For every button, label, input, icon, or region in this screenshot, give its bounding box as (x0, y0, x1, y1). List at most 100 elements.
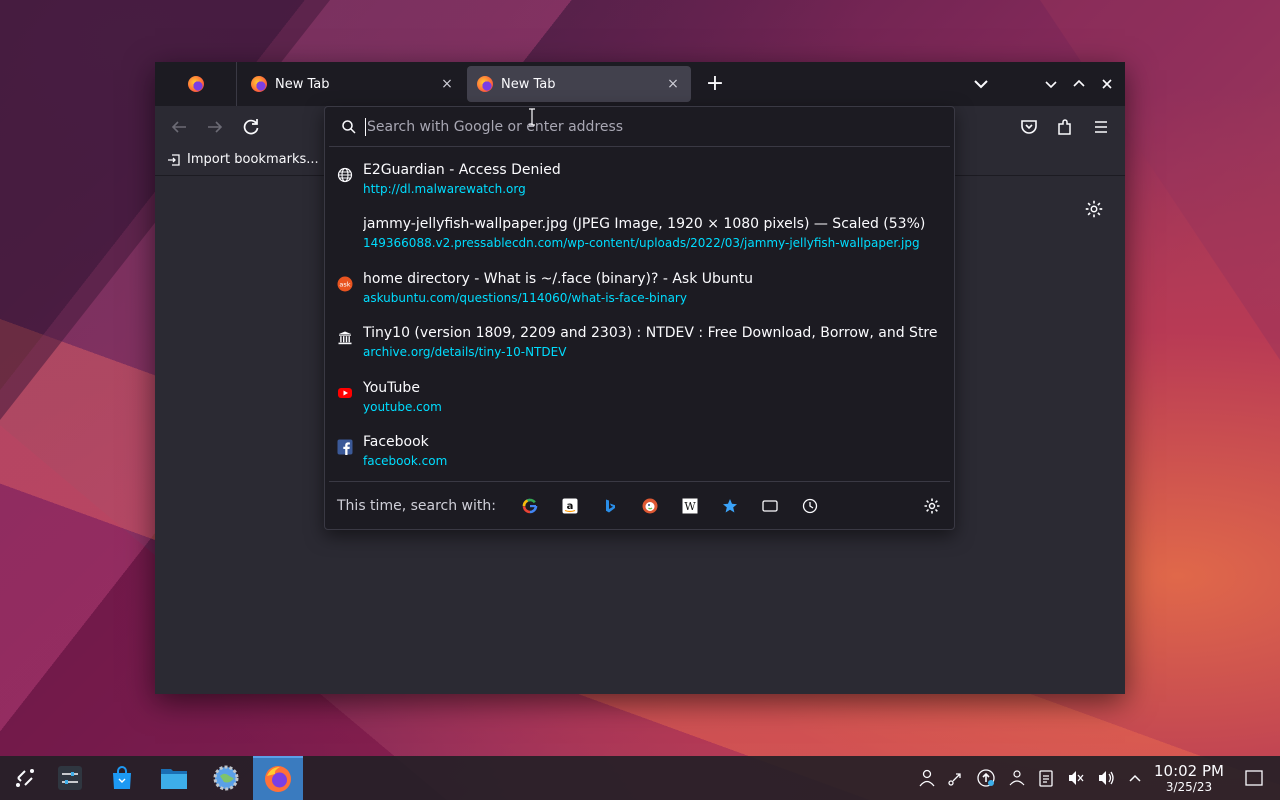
gear-globe-icon (213, 765, 239, 791)
result-url: 149366088.v2.pressablecdn.com/wp-content… (363, 236, 920, 251)
bing-icon (605, 499, 615, 512)
bookmarks-icon (722, 498, 737, 512)
close-tab-icon[interactable]: × (439, 76, 455, 92)
close-tab-icon[interactable]: × (665, 76, 681, 92)
clock-time: 10:02 PM (1154, 762, 1224, 780)
result-url: facebook.com (363, 453, 448, 468)
pinned-tab[interactable] (155, 62, 237, 106)
results-list: E2Guardian - Access Denied http://dl.mal… (325, 147, 954, 481)
maximize-icon[interactable] (1067, 72, 1091, 96)
amazon-engine-button[interactable]: a (550, 492, 590, 520)
list-all-tabs-icon[interactable] (969, 72, 993, 96)
tab-new-tab-2[interactable]: New Tab × (467, 66, 691, 102)
dolphin-file-manager-app[interactable] (149, 756, 199, 800)
address-bar[interactable]: Search with Google or enter address (329, 107, 950, 147)
archive-icon (338, 331, 352, 345)
text-cursor-icon (529, 108, 535, 126)
firefox-icon (251, 76, 267, 92)
minimize-icon[interactable] (1039, 72, 1063, 96)
application-launcher-button[interactable] (0, 756, 50, 800)
tab-label: New Tab (275, 76, 330, 92)
import-bookmarks-label: Import bookmarks... (187, 152, 319, 167)
clipboard-icon[interactable] (1036, 768, 1056, 788)
volume-icon[interactable] (1096, 768, 1116, 788)
audio-muted-icon[interactable] (1066, 768, 1086, 788)
blank-favicon (337, 221, 353, 237)
history-icon (802, 498, 818, 513)
launcher-icon (16, 769, 34, 787)
sliders-icon (58, 766, 82, 790)
tab-new-tab-1[interactable]: New Tab × (241, 66, 465, 102)
pocket-icon[interactable] (1017, 115, 1041, 139)
import-icon (168, 153, 180, 166)
search-icon (342, 119, 356, 134)
google-icon (522, 498, 538, 513)
result-row[interactable]: E2Guardian - Access Denied http://dl.mal… (325, 155, 954, 209)
result-title: E2Guardian - Access Denied (363, 162, 561, 178)
user-icon[interactable] (917, 768, 937, 788)
one-off-label: This time, search with: (337, 497, 496, 514)
reload-icon[interactable] (239, 115, 263, 139)
result-title: YouTube (363, 379, 420, 396)
history-search-button[interactable] (790, 492, 830, 520)
svg-text:ask: ask (339, 280, 350, 288)
bookmarks-search-button[interactable] (710, 492, 750, 520)
kde-connect-icon[interactable] (946, 768, 966, 788)
discover-app[interactable] (97, 756, 147, 800)
firefox-icon (477, 76, 493, 92)
result-title: Tiny10 (version 1809, 2209 and 2303) : N… (363, 325, 938, 342)
update-icon[interactable] (976, 768, 996, 788)
wikipedia-engine-button[interactable]: W (670, 492, 710, 520)
result-row[interactable]: YouTube youtube.com (325, 373, 954, 427)
web-browser-globe-app[interactable] (201, 756, 251, 800)
tabs-search-button[interactable] (750, 492, 790, 520)
facebook-icon (337, 439, 353, 455)
extensions-icon[interactable] (1053, 115, 1077, 139)
import-bookmarks-button[interactable]: Import bookmarks... (167, 152, 319, 167)
result-url: youtube.com (363, 399, 442, 414)
user-switch-icon[interactable] (1007, 768, 1027, 788)
wikipedia-icon: W (682, 498, 698, 513)
result-row[interactable]: ask home directory - What is ~/.face (bi… (325, 264, 954, 318)
show-desktop-icon[interactable] (1244, 768, 1264, 788)
newtab-settings-icon[interactable] (1083, 198, 1105, 220)
result-title: home directory - What is ~/.face (binary… (363, 270, 754, 287)
result-url: http://dl.malwarewatch.org (363, 182, 526, 196)
duckduckgo-engine-button[interactable] (630, 492, 670, 520)
new-tab-button[interactable]: + (701, 70, 729, 98)
search-settings-icon[interactable] (922, 496, 942, 516)
svg-text:W: W (684, 500, 696, 513)
clock[interactable]: 10:02 PM 3/25/23 (1150, 762, 1228, 794)
one-off-search-bar: This time, search with: a W (329, 481, 950, 529)
back-icon[interactable] (167, 115, 191, 139)
result-title: jammy-jellyfish-wallpaper.jpg (JPEG Imag… (363, 216, 926, 233)
menu-icon[interactable] (1089, 115, 1113, 139)
folder-icon (161, 769, 187, 789)
forward-icon[interactable] (203, 115, 227, 139)
duckduckgo-icon (642, 498, 658, 513)
tab-label: New Tab (501, 76, 556, 92)
result-row[interactable]: Tiny10 (version 1809, 2209 and 2303) : N… (325, 318, 954, 372)
result-url: askubuntu.com/questions/114060/what-is-f… (363, 290, 687, 305)
firefox-taskbar-app[interactable] (253, 756, 303, 800)
youtube-icon (338, 387, 352, 398)
svg-text:a: a (567, 501, 574, 512)
system-settings-app[interactable] (45, 756, 95, 800)
chevron-up-icon[interactable] (1125, 768, 1145, 788)
bing-engine-button[interactable] (590, 492, 630, 520)
result-url: archive.org/details/tiny-10-NTDEV (363, 345, 567, 360)
result-row[interactable]: Facebook facebook.com (325, 427, 954, 481)
tabs-icon (762, 499, 778, 512)
search-input[interactable]: Search with Google or enter address (365, 117, 623, 136)
askubuntu-icon: ask (337, 276, 353, 292)
urlbar-dropdown: Search with Google or enter address E2Gu… (324, 106, 955, 530)
close-window-icon[interactable] (1095, 72, 1119, 96)
amazon-icon: a (562, 498, 578, 513)
google-engine-button[interactable] (510, 492, 550, 520)
firefox-icon (187, 76, 204, 92)
globe-icon (337, 167, 353, 183)
taskbar: 10:02 PM 3/25/23 (0, 756, 1280, 800)
result-title: Facebook (363, 433, 429, 450)
clock-date: 3/25/23 (1165, 780, 1213, 794)
result-row[interactable]: jammy-jellyfish-wallpaper.jpg (JPEG Imag… (325, 209, 954, 263)
